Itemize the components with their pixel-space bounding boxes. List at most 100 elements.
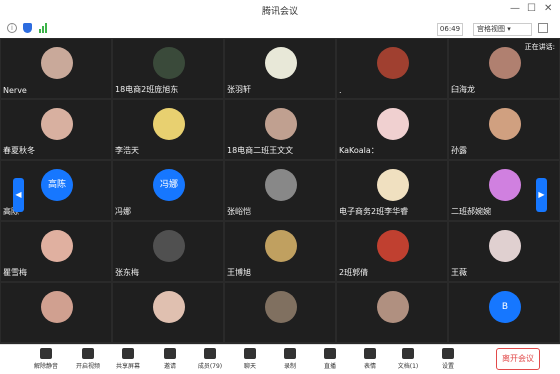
participant-tile[interactable]: 张峪恺 <box>225 161 335 220</box>
participant-name: 18电商2班庞旭东 <box>115 85 179 94</box>
participant-avatar: 冯娜 <box>153 169 185 201</box>
participant-tile[interactable]: 18电商二班王文文 <box>225 100 335 159</box>
participant-name: 18电商二班王文文 <box>227 146 294 155</box>
participant-tile[interactable]: 春夏秋冬 <box>1 100 111 159</box>
participant-name: 冯娜 <box>115 207 131 216</box>
add-user-icon <box>164 348 176 359</box>
members-icon <box>204 348 216 359</box>
participant-name: 李浩天 <box>115 146 139 155</box>
bottom-toolbar: 解除静音 开启视频 共享屏幕 邀请 成员(79) 聊天 录制 直播 表情 文档(… <box>0 344 560 374</box>
signal-icon <box>39 23 49 33</box>
participant-avatar <box>153 230 185 262</box>
document-icon <box>402 348 414 359</box>
participant-name: . <box>339 86 342 95</box>
live-icon <box>324 348 336 359</box>
gear-icon <box>442 348 454 359</box>
chat-icon <box>244 348 256 359</box>
participant-tile[interactable]: 张羽轩 <box>225 39 335 98</box>
record-icon <box>284 348 296 359</box>
participant-name: 张羽轩 <box>227 85 251 94</box>
participant-avatar <box>153 108 185 140</box>
invite-button[interactable]: 邀请 <box>150 348 190 370</box>
participant-avatar <box>265 47 297 79</box>
participant-name: 二班郝婉婉 <box>451 207 491 216</box>
title-bar: 腾讯会议 — ☐ ✕ <box>0 0 560 20</box>
participant-avatar <box>265 291 297 323</box>
participant-name: 2班郭倩 <box>339 268 369 277</box>
chat-button[interactable]: 聊天 <box>230 348 270 370</box>
docs-button[interactable]: 文档(1) <box>388 348 428 370</box>
prev-page-button[interactable]: ◀ <box>13 178 24 212</box>
fullscreen-icon[interactable] <box>538 23 548 33</box>
participant-avatar <box>377 291 409 323</box>
participant-avatar <box>489 169 521 201</box>
participant-name: 张东梅 <box>115 268 139 277</box>
speaking-indicator: 正在讲话: <box>524 43 555 51</box>
info-icon[interactable]: i <box>7 23 17 33</box>
maximize-icon[interactable]: ☐ <box>527 3 536 14</box>
window-title: 腾讯会议 <box>261 7 298 17</box>
participant-avatar <box>153 291 185 323</box>
participant-tile[interactable]: 18电商2班庞旭东 <box>113 39 223 98</box>
shield-icon[interactable] <box>23 23 32 33</box>
participant-tile[interactable]: 冯娜 冯娜 <box>113 161 223 220</box>
emoji-icon <box>364 348 376 359</box>
live-button[interactable]: 直播 <box>310 348 350 370</box>
participant-name: 春夏秋冬 <box>3 146 35 155</box>
leave-meeting-button[interactable]: 离开会议 <box>496 348 540 370</box>
participant-tile[interactable]: KaKoala： <box>337 100 447 159</box>
view-mode-dropdown[interactable]: 宫格视图 ▾ <box>473 23 532 36</box>
participant-name: 电子商务2班李华睿 <box>339 207 409 216</box>
participant-avatar: 高陈 <box>41 169 73 201</box>
participant-avatar <box>377 230 409 262</box>
participant-tile[interactable]: 王薇 <box>449 222 559 281</box>
participant-tile[interactable]: 瞿雪梅 <box>1 222 111 281</box>
participant-tile[interactable]: 2班郭倩 <box>337 222 447 281</box>
participant-tile[interactable]: 张东梅 <box>113 222 223 281</box>
participant-tile[interactable]: 臼海龙 正在讲话: <box>449 39 559 98</box>
participant-tile[interactable] <box>225 283 335 342</box>
participant-tile[interactable]: 孙露 <box>449 100 559 159</box>
settings-button[interactable]: 设置 <box>428 348 468 370</box>
participant-tile[interactable]: . <box>337 39 447 98</box>
record-button[interactable]: 录制 <box>270 348 310 370</box>
participant-avatar <box>41 230 73 262</box>
participant-avatar <box>153 47 185 79</box>
view-mode-label: 宫格视图 <box>477 25 505 33</box>
emoji-button[interactable]: 表情 <box>350 348 390 370</box>
participant-tile[interactable] <box>1 283 111 342</box>
participant-avatar <box>41 47 73 79</box>
participant-tile[interactable] <box>113 283 223 342</box>
participant-name: 王薇 <box>451 268 467 277</box>
meeting-timer: 06:49 <box>437 23 463 36</box>
participant-avatar <box>265 230 297 262</box>
members-button[interactable]: 成员(79) <box>190 348 230 370</box>
participant-name: 臼海龙 <box>451 85 475 94</box>
share-screen-button[interactable]: 共享屏幕 <box>108 348 148 370</box>
minimize-icon[interactable]: — <box>510 3 520 14</box>
participant-avatar <box>489 108 521 140</box>
participant-tile[interactable]: 王博旭 <box>225 222 335 281</box>
participant-avatar <box>265 169 297 201</box>
participant-tile[interactable]: B <box>449 283 559 342</box>
video-button[interactable]: 开启视频 <box>68 348 108 370</box>
participant-name: 张峪恺 <box>227 207 251 216</box>
next-page-button[interactable]: ▶ <box>536 178 547 212</box>
participant-avatar: B <box>489 291 521 323</box>
participant-tile[interactable]: 电子商务2班李华睿 <box>337 161 447 220</box>
participant-tile[interactable]: Nerve <box>1 39 111 98</box>
participant-name: 王博旭 <box>227 268 251 277</box>
participant-avatar <box>377 47 409 79</box>
participant-tile[interactable] <box>337 283 447 342</box>
participant-avatar <box>489 47 521 79</box>
participant-tile[interactable]: 李浩天 <box>113 100 223 159</box>
participant-avatar <box>377 169 409 201</box>
participant-avatar <box>377 108 409 140</box>
video-grid: Nerve 18电商2班庞旭东 张羽轩. 臼海龙 正在讲话: 春夏秋冬 李浩天 18电商二班王… <box>0 38 560 344</box>
participant-avatar <box>41 291 73 323</box>
participant-name: Nerve <box>3 86 27 95</box>
participant-avatar <box>265 108 297 140</box>
close-icon[interactable]: ✕ <box>544 3 552 14</box>
mute-button[interactable]: 解除静音 <box>26 348 66 370</box>
share-screen-icon <box>122 348 134 359</box>
